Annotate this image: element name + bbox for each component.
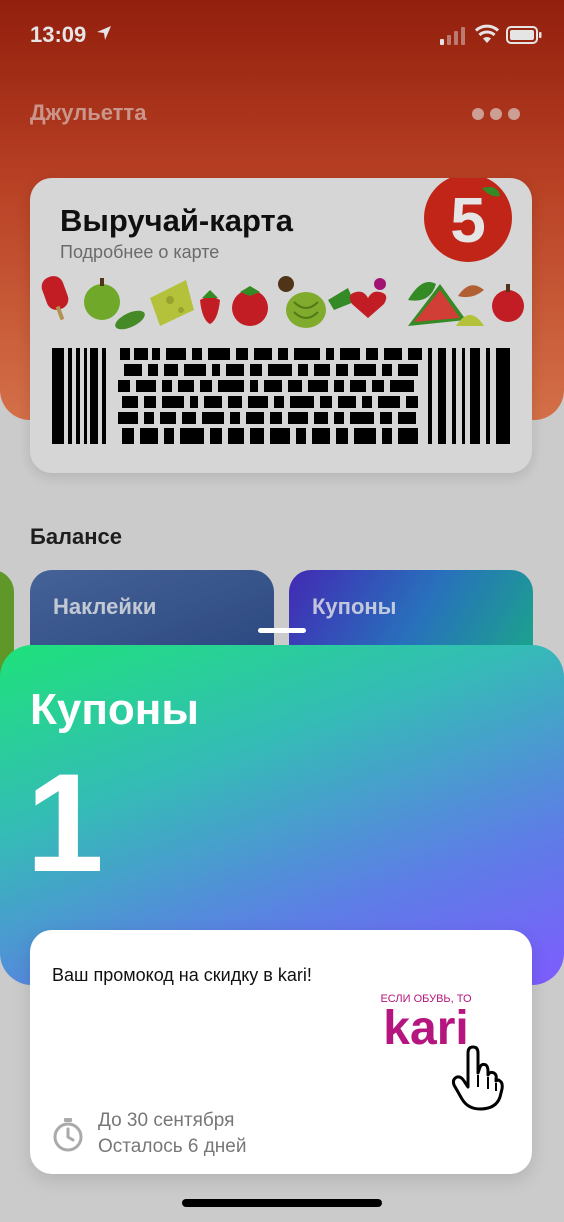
home-indicator <box>182 1199 382 1207</box>
timer-icon <box>53 1118 83 1152</box>
hand-pointer-icon <box>451 1045 504 1111</box>
sheet-grabber[interactable] <box>258 628 306 633</box>
kari-logo: ЕСЛИ ОБУВЬ, ТО kari <box>380 993 472 1052</box>
coupon-days-left: Осталось 6 дней <box>98 1136 247 1157</box>
coupon-description: Ваш промокод на скидку в kari! <box>52 965 312 985</box>
screen: 13:09 Джульетта Выручай-карта Подробнее … <box>0 0 564 1222</box>
sheet-title: Купоны <box>30 685 199 734</box>
coupon-card[interactable]: Ваш промокод на скидку в kari! ЕСЛИ ОБУВ… <box>30 930 532 1174</box>
coupon-count: 1 <box>26 744 104 901</box>
coupon-expiry-date: До 30 сентября <box>98 1110 235 1131</box>
